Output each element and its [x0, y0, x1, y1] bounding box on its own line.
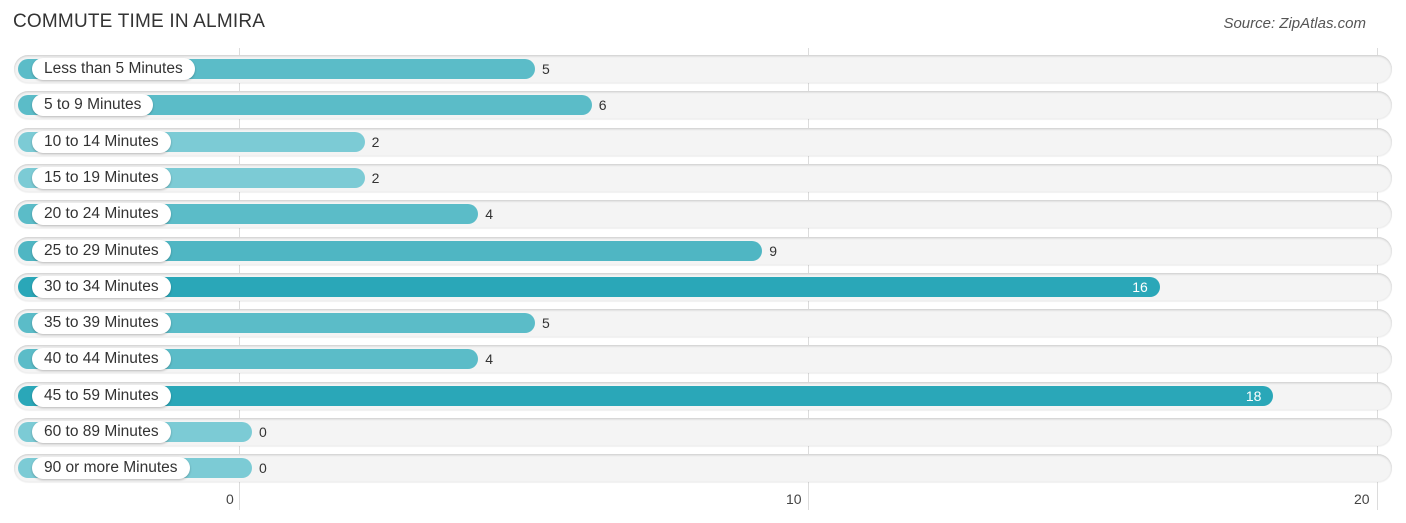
category-label: 35 to 39 Minutes — [32, 312, 171, 335]
value-label: 4 — [485, 206, 493, 223]
value-label: 5 — [542, 61, 550, 77]
category-label: 5 to 9 Minutes — [32, 94, 154, 117]
bar[interactable] — [18, 276, 1160, 297]
bar[interactable] — [18, 385, 1274, 406]
value-label: 4 — [485, 351, 493, 368]
category-label: 10 to 14 Minutes — [32, 130, 171, 153]
value-label: 5 — [542, 315, 550, 332]
value-label: 2 — [371, 169, 380, 186]
category-label: 25 to 29 Minutes — [32, 239, 171, 262]
value-label: 16 — [1132, 278, 1148, 295]
category-label: 15 to 19 Minutes — [32, 166, 171, 189]
category-label: 90 or more Minutes — [32, 457, 190, 480]
category-label: Less than 5 Minutes — [32, 58, 195, 80]
value-label: 6 — [598, 97, 607, 114]
chart-title: COMMUTE TIME IN ALMIRA — [13, 11, 266, 32]
x-tick-label: 20 — [1354, 491, 1370, 507]
category-label: 20 to 24 Minutes — [32, 203, 171, 226]
category-label: 45 to 59 Minutes — [32, 384, 171, 407]
value-label: 2 — [371, 133, 380, 150]
category-label: 40 to 44 Minutes — [32, 348, 171, 371]
x-tick-label: 0 — [226, 491, 234, 507]
value-label: 0 — [259, 460, 267, 477]
category-label: 60 to 89 Minutes — [32, 421, 171, 443]
category-label: 30 to 34 Minutes — [32, 275, 171, 298]
x-tick-label: 10 — [786, 491, 802, 507]
value-label: 0 — [259, 424, 267, 440]
value-label: 9 — [769, 242, 777, 259]
value-label: 18 — [1245, 387, 1262, 404]
source-credit: Source: ZipAtlas.com — [1223, 15, 1366, 32]
